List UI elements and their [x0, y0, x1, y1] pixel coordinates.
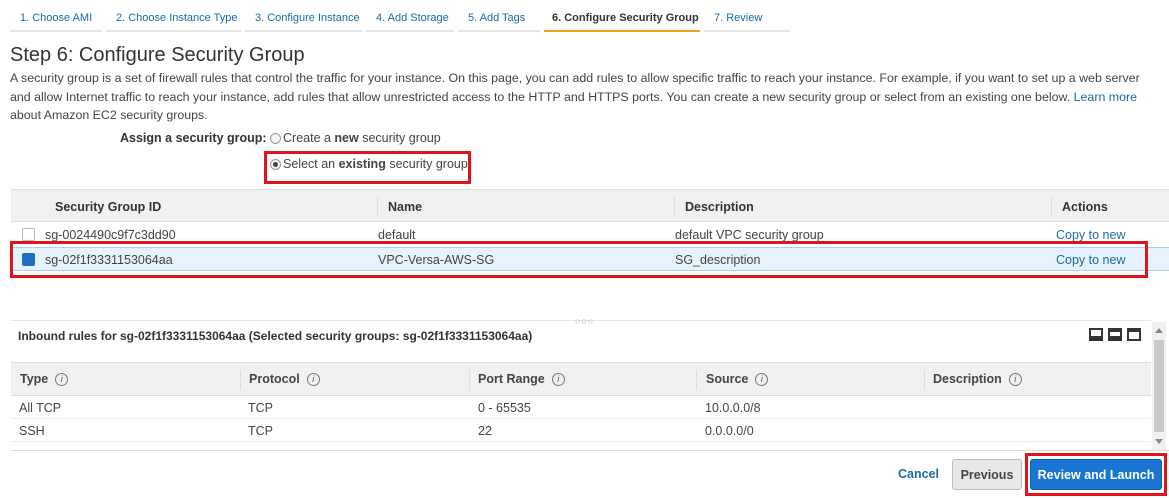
inbound-rules-table: Type i Protocol i Port Range i Source i Desc…: [11, 362, 1151, 442]
scroll-up-arrow-icon[interactable]: [1155, 328, 1163, 333]
column-divider: [696, 370, 697, 390]
tab-choose-instance-type[interactable]: 2. Choose Instance Type: [106, 8, 241, 32]
column-divider: [1051, 196, 1052, 216]
col-description[interactable]: Description i: [933, 372, 1022, 386]
rule-port-range: 0 - 65535: [478, 401, 531, 415]
resize-handle[interactable]: ○○○: [575, 316, 594, 326]
rule-type: All TCP: [19, 401, 62, 415]
rule-source: 0.0.0.0/0: [705, 424, 754, 438]
sg-id: sg-0024490c9f7c3dd90: [45, 228, 176, 242]
highlight-box-existing-option: [264, 151, 471, 184]
minimize-panel-icon[interactable]: [1127, 328, 1141, 341]
rule-port-range: 22: [478, 424, 492, 438]
split-panel-icon[interactable]: [1108, 328, 1122, 341]
tab-review[interactable]: 7. Review: [704, 8, 790, 32]
sg-name: default: [378, 228, 416, 242]
scrollbar-thumb[interactable]: [1154, 340, 1164, 432]
column-divider: [924, 370, 925, 390]
tab-add-storage[interactable]: 4. Add Storage: [366, 8, 454, 32]
col-name[interactable]: Name: [388, 200, 422, 214]
col-type[interactable]: Type i: [20, 372, 69, 386]
rule-protocol: TCP: [248, 401, 273, 415]
tab-configure-security-group[interactable]: 6. Configure Security Group: [544, 8, 700, 32]
row-checkbox[interactable]: [22, 228, 35, 241]
radio-button[interactable]: [270, 132, 281, 144]
tab-choose-ami[interactable]: 1. Choose AMI: [10, 8, 102, 32]
intro-text: A security group is a set of firewall ru…: [10, 71, 1140, 104]
col-port-range[interactable]: Port Range i: [478, 372, 565, 386]
vertical-scrollbar[interactable]: [1152, 322, 1166, 450]
rule-type: SSH: [19, 424, 45, 438]
assign-security-group-label: Assign a security group:: [120, 131, 267, 145]
table-header: Type i Protocol i Port Range i Source i Desc…: [11, 362, 1151, 396]
rule-source: 10.0.0.0/8: [705, 401, 761, 415]
info-icon[interactable]: i: [306, 372, 320, 386]
previous-button[interactable]: Previous: [952, 459, 1022, 490]
copy-to-new-link[interactable]: Copy to new: [1056, 228, 1125, 242]
wizard-tabs: 1. Choose AMI 2. Choose Instance Type 3.…: [10, 8, 794, 32]
page-title: Step 6: Configure Security Group: [10, 44, 305, 66]
radio-create-new-sg[interactable]: Create a new security group: [270, 131, 441, 145]
scroll-down-arrow-icon[interactable]: [1155, 439, 1163, 444]
view-toggle-group: [1089, 328, 1141, 341]
maximize-panel-icon[interactable]: [1089, 328, 1103, 341]
tab-add-tags[interactable]: 5. Add Tags: [458, 8, 540, 32]
column-divider: [377, 196, 378, 216]
inbound-rules-title: Inbound rules for sg-02f1f3331153064aa (…: [18, 329, 533, 343]
column-divider: [674, 196, 675, 216]
highlight-box-launch: [1025, 453, 1167, 496]
rule-protocol: TCP: [248, 424, 273, 438]
col-actions: Actions: [1062, 200, 1108, 214]
intro-tail: about Amazon EC2 security groups.: [10, 108, 208, 122]
highlight-box-selected-row: [10, 241, 1148, 278]
tab-configure-instance[interactable]: 3. Configure Instance: [245, 8, 362, 32]
info-icon[interactable]: i: [1008, 372, 1022, 386]
column-divider: [469, 370, 470, 390]
table-row[interactable]: All TCP TCP 0 - 65535 10.0.0.0/8: [11, 396, 1151, 419]
footer-divider: [11, 450, 1169, 451]
page-intro: A security group is a set of firewall ru…: [10, 69, 1160, 125]
radio-label: Create a new security group: [283, 131, 441, 145]
info-icon[interactable]: i: [551, 372, 565, 386]
col-source[interactable]: Source i: [706, 372, 769, 386]
sg-description: default VPC security group: [675, 228, 824, 242]
info-icon[interactable]: i: [55, 372, 69, 386]
learn-more-link[interactable]: Learn more: [1074, 90, 1137, 104]
col-security-group-id[interactable]: Security Group ID: [55, 200, 161, 214]
column-divider: [240, 370, 241, 390]
table-row[interactable]: SSH TCP 22 0.0.0.0/0: [11, 419, 1151, 442]
info-icon[interactable]: i: [755, 372, 769, 386]
table-header: Security Group ID Name Description Actio…: [11, 189, 1169, 222]
col-protocol[interactable]: Protocol i: [249, 372, 320, 386]
col-description[interactable]: Description: [685, 200, 754, 214]
cancel-button[interactable]: Cancel: [898, 467, 939, 481]
